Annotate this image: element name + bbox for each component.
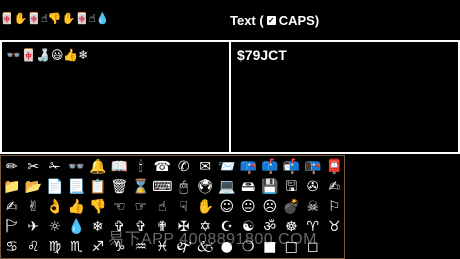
- symbol-key[interactable]: ✇: [302, 177, 324, 197]
- symbol-key[interactable]: ✍: [1, 197, 23, 217]
- symbol-key[interactable]: ✂: [23, 157, 45, 177]
- symbol-key[interactable]: ■: [259, 237, 281, 257]
- symbol-key[interactable]: ❄: [87, 217, 109, 237]
- symbol-key[interactable]: 🗑: [109, 177, 131, 197]
- symbol-key[interactable]: ☠: [302, 197, 324, 217]
- symbol-key[interactable]: 👎: [87, 197, 109, 217]
- symbol-key[interactable]: 📮: [324, 157, 346, 177]
- symbol-key[interactable]: ✈: [23, 217, 45, 237]
- symbol-key[interactable]: 🙵: [195, 237, 217, 257]
- symbol-key[interactable]: ✁: [44, 157, 66, 177]
- symbol-key[interactable]: ☝: [152, 197, 174, 217]
- symbol-key[interactable]: ♒: [130, 237, 152, 257]
- symbol-key[interactable]: 🕯: [130, 157, 152, 177]
- symbol-key[interactable]: ♏: [66, 237, 88, 257]
- symbol-key[interactable]: ☯: [238, 217, 260, 237]
- symbol-key[interactable]: ●: [216, 237, 238, 257]
- text-caps-label: Text ( ✓ CAPS): [230, 11, 319, 29]
- symbol-key[interactable]: ✉: [195, 157, 217, 177]
- symbol-key[interactable]: ♓: [152, 237, 174, 257]
- symbol-key[interactable]: 🏱: [1, 217, 23, 237]
- symbol-key[interactable]: ❍: [238, 237, 260, 257]
- symbol-keyboard-grid: ✏ ✂ ✁ 👓 🔔 📖 🕯 ☎ ✆ ✉ 📨 📪 📫 📬 📭 📮 📁 📂 📄 📃 📋 🗑 ⌛ ⌨ 🖱 🖲 💻 🖴 💾 🖫 ✇ ✍ ✍ ✌ 👌 👍 👎 ☜ ☞ ☝…: [0, 155, 345, 259]
- symbol-key[interactable]: ♐: [87, 237, 109, 257]
- symbol-key[interactable]: 📋: [87, 177, 109, 197]
- symbol-key[interactable]: 🖱: [173, 177, 195, 197]
- symbol-key[interactable]: 🖫: [281, 177, 303, 197]
- symbol-key[interactable]: ✠: [173, 217, 195, 237]
- symbol-grid-row: ✍ ✌ 👌 👍 👎 ☜ ☞ ☝ ☟ ✋ ☺ 😐 ☹ 💣 ☠ ⚐: [1, 197, 346, 217]
- symbol-key[interactable]: 📂: [23, 177, 45, 197]
- symbol-key[interactable]: ☎: [152, 157, 174, 177]
- symbol-key[interactable]: 😐: [238, 197, 260, 217]
- symbol-key[interactable]: 💣: [281, 197, 303, 217]
- symbol-key[interactable]: ♑: [109, 237, 131, 257]
- symbol-key[interactable]: ⚐: [324, 197, 346, 217]
- symbol-key[interactable]: 💾: [259, 177, 281, 197]
- symbol-key[interactable]: ☜: [109, 197, 131, 217]
- symbol-key[interactable]: 📬: [281, 157, 303, 177]
- symbol-key[interactable]: ♋: [1, 237, 23, 257]
- symbol-key[interactable]: ✞: [130, 217, 152, 237]
- symbol-key[interactable]: 📫: [259, 157, 281, 177]
- symbol-key[interactable]: ✆: [173, 157, 195, 177]
- symbol-key[interactable]: 📭: [302, 157, 324, 177]
- symbol-key[interactable]: 🙰: [173, 237, 195, 257]
- symbol-key[interactable]: 💻: [216, 177, 238, 197]
- text-label-prefix: Text (: [230, 12, 264, 28]
- symbol-key[interactable]: ☟: [173, 197, 195, 217]
- symbol-key[interactable]: ✏: [1, 157, 23, 177]
- symbol-grid-row: 📁 📂 📄 📃 📋 🗑 ⌛ ⌨ 🖱 🖲 💻 🖴 💾 🖫 ✇ ✍: [1, 177, 346, 197]
- symbol-text-panel[interactable]: 👓🀄🍶😃👍❄: [0, 40, 231, 154]
- symbol-key[interactable]: [324, 237, 346, 257]
- caps-checkbox[interactable]: ✓: [266, 15, 276, 25]
- symbol-grid-row: ♋ ♌ ♍ ♏ ♐ ♑ ♒ ♓ 🙰 🙵 ● ❍ ■ □ ◻: [1, 237, 346, 257]
- symbol-key[interactable]: ♌: [23, 237, 45, 257]
- symbol-key[interactable]: 🖲: [195, 177, 217, 197]
- symbol-key[interactable]: ⌛: [130, 177, 152, 197]
- symbol-key[interactable]: ✡: [195, 217, 217, 237]
- symbol-key[interactable]: 📄: [44, 177, 66, 197]
- header-bar: 🀄✋🀄☝👎✋🀄☝💧 Text ( ✓ CAPS): [0, 0, 460, 40]
- symbol-key[interactable]: ♍: [44, 237, 66, 257]
- caps-label: CAPS): [278, 12, 320, 28]
- symbol-grid-row: ✏ ✂ ✁ 👓 🔔 📖 🕯 ☎ ✆ ✉ 📨 📪 📫 📬 📭 📮: [1, 157, 346, 177]
- symbol-key[interactable]: 📃: [66, 177, 88, 197]
- symbol-key[interactable]: 💧: [66, 217, 88, 237]
- symbol-key[interactable]: □: [281, 237, 303, 257]
- symbol-key[interactable]: ☞: [130, 197, 152, 217]
- symbol-key[interactable]: ⌨: [152, 177, 174, 197]
- symbol-text-content: 👓🀄🍶😃👍❄: [6, 48, 89, 62]
- symbol-key[interactable]: 👌: [44, 197, 66, 217]
- symbol-key[interactable]: 📨: [216, 157, 238, 177]
- symbol-key[interactable]: ✍: [324, 177, 346, 197]
- symbol-key[interactable]: 📁: [1, 177, 23, 197]
- symbol-key[interactable]: ☸: [281, 217, 303, 237]
- plain-text-panel[interactable]: $79JCT: [229, 40, 460, 154]
- symbol-key[interactable]: ☺: [216, 197, 238, 217]
- symbol-key[interactable]: 🔔: [87, 157, 109, 177]
- symbol-key[interactable]: ✞: [109, 217, 131, 237]
- symbol-key[interactable]: ♈: [302, 217, 324, 237]
- symbol-key[interactable]: ✋: [195, 197, 217, 217]
- symbol-key[interactable]: ☼: [44, 217, 66, 237]
- symbol-key[interactable]: 📪: [238, 157, 260, 177]
- emoji-strip: 🀄✋🀄☝👎✋🀄☝💧: [0, 12, 110, 25]
- symbol-key[interactable]: ✟: [152, 217, 174, 237]
- symbol-key[interactable]: 📖: [109, 157, 131, 177]
- symbol-grid-row: 🏱 ✈ ☼ 💧 ❄ ✞ ✞ ✟ ✠ ✡ ☪ ☯ ॐ ☸ ♈ ♉: [1, 217, 346, 237]
- symbol-key[interactable]: 👍: [66, 197, 88, 217]
- plain-text-content: $79JCT: [237, 47, 287, 63]
- symbol-key[interactable]: ॐ: [259, 217, 281, 237]
- symbol-key[interactable]: ☪: [216, 217, 238, 237]
- symbol-key[interactable]: ☹: [259, 197, 281, 217]
- symbol-key[interactable]: 🖴: [238, 177, 260, 197]
- symbol-key[interactable]: ♉: [324, 217, 346, 237]
- symbol-key[interactable]: ◻: [302, 237, 324, 257]
- symbol-key[interactable]: ✌: [23, 197, 45, 217]
- symbol-key[interactable]: 👓: [66, 157, 88, 177]
